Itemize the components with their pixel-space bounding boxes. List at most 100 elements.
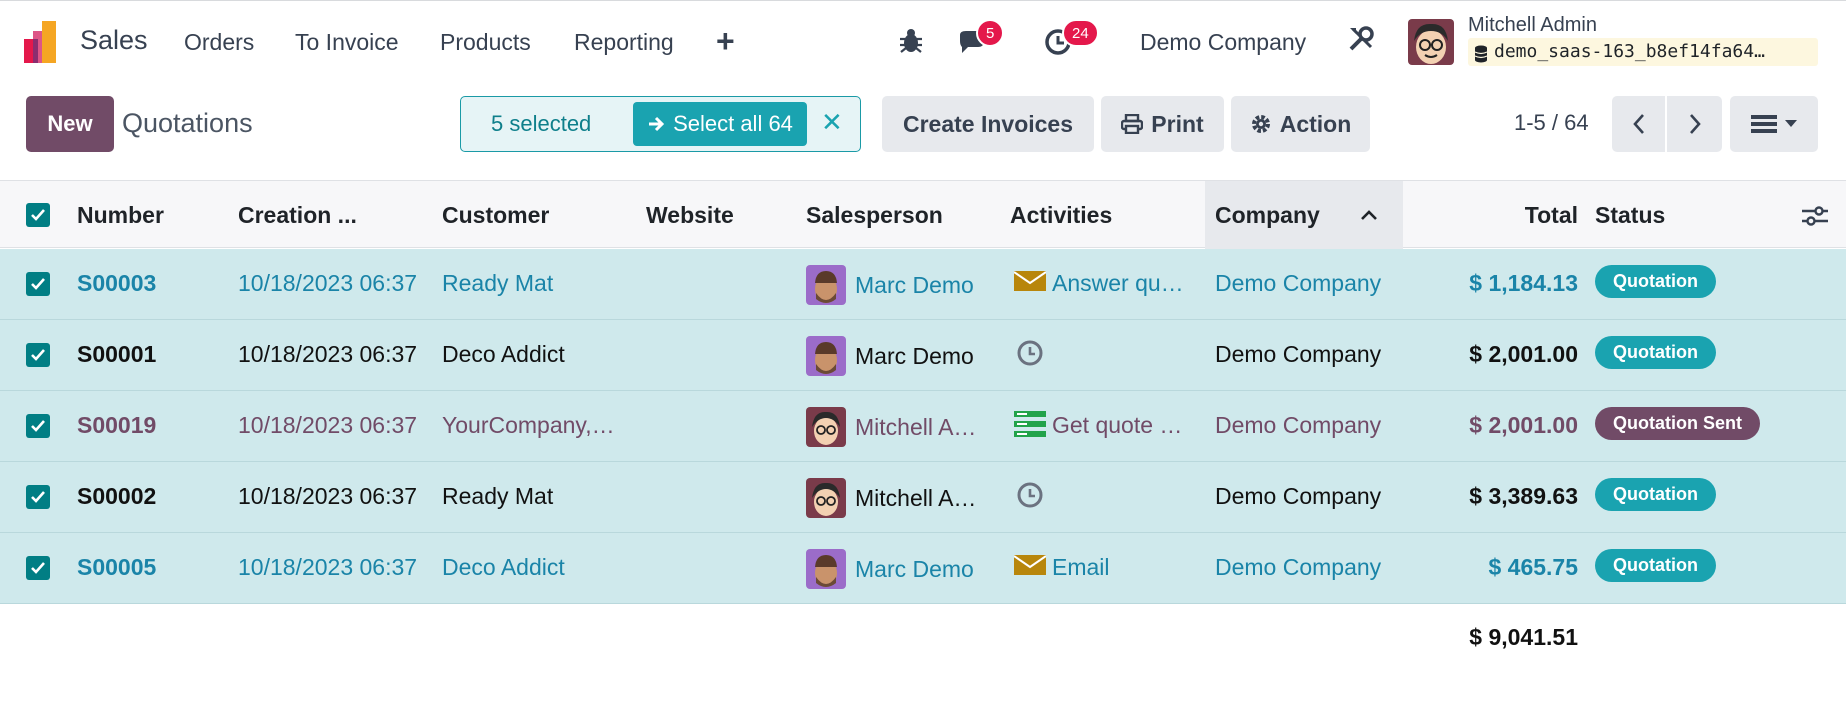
print-button[interactable]: Print	[1101, 96, 1224, 152]
checkmark-icon	[31, 349, 45, 361]
order-total: $ 3,389.63	[1469, 483, 1578, 509]
status-badge: Quotation Sent	[1595, 407, 1760, 440]
company-name: Demo Company	[1215, 412, 1382, 438]
customer-name: Ready Mat	[442, 270, 554, 296]
row-checkbox[interactable]	[26, 556, 50, 580]
column-activities[interactable]: Activities	[1010, 202, 1112, 229]
salesperson-name: Marc Demo	[855, 343, 974, 369]
email-activity-icon[interactable]	[1014, 553, 1046, 577]
order-number: S00002	[77, 483, 157, 509]
menu-orders[interactable]: Orders	[184, 29, 254, 56]
email-activity-icon[interactable]	[1014, 269, 1046, 293]
creation-date: 10/18/2023 06:37	[238, 270, 418, 296]
salesperson-name: Mitchell A…	[855, 485, 977, 511]
select-all-button[interactable]: Select all 64	[633, 102, 807, 146]
status-badge: Quotation	[1595, 549, 1716, 582]
activity-summary[interactable]: Email	[1052, 554, 1202, 581]
company-name: Demo Company	[1215, 554, 1382, 580]
creation-date: 10/18/2023 06:37	[238, 554, 418, 580]
database-name: demo_saas-163_b8ef14fa64…	[1468, 38, 1818, 66]
table-row[interactable]: S00002 10/18/2023 06:37 Ready Mat Mitche…	[0, 462, 1846, 533]
checkmark-icon	[31, 209, 45, 221]
page-title: Quotations	[122, 108, 253, 138]
order-total: $ 2,001.00	[1469, 412, 1578, 438]
pager-previous-button[interactable]	[1612, 96, 1665, 152]
pager-value[interactable]: 1-5 / 64	[1514, 110, 1589, 136]
arrow-right-icon	[649, 116, 665, 132]
status-badge: Quotation	[1595, 265, 1716, 298]
status-badge: Quotation	[1595, 336, 1716, 369]
salesperson-avatar	[806, 549, 846, 589]
salesperson-avatar	[806, 407, 846, 447]
select-all-checkbox[interactable]	[26, 203, 50, 227]
order-total: $ 465.75	[1488, 554, 1578, 580]
sales-app-icon[interactable]	[24, 21, 64, 63]
sort-ascending-icon[interactable]	[1360, 209, 1378, 221]
app-name[interactable]: Sales	[80, 25, 148, 56]
activities-badge: 24	[1062, 19, 1099, 47]
creation-date: 10/18/2023 06:37	[238, 341, 418, 367]
column-salesperson[interactable]: Salesperson	[806, 202, 943, 229]
pager-next-button[interactable]	[1667, 96, 1722, 152]
sum-total: $ 9,041.51	[1469, 624, 1578, 650]
customer-name: Ready Mat	[442, 483, 554, 509]
user-name[interactable]: Mitchell Admin	[1468, 14, 1597, 37]
column-creation-date[interactable]: Creation ...	[238, 202, 357, 229]
clear-selection-icon[interactable]: ✕	[821, 107, 843, 138]
clock-activity-icon[interactable]	[1016, 481, 1044, 509]
bug-icon[interactable]	[898, 27, 924, 55]
action-button[interactable]: Action	[1231, 96, 1370, 152]
list-header: Number Creation ... Customer Website Sal…	[0, 180, 1846, 249]
company-name: Demo Company	[1215, 341, 1382, 367]
user-avatar[interactable]	[1408, 19, 1454, 65]
selected-count: 5 selected	[491, 111, 592, 136]
creation-date: 10/18/2023 06:37	[238, 412, 418, 438]
checkmark-icon	[31, 420, 45, 432]
activity-summary[interactable]: Get quote …	[1052, 412, 1202, 439]
column-number[interactable]: Number	[77, 202, 164, 229]
column-status[interactable]: Status	[1595, 202, 1665, 229]
checkmark-icon	[31, 562, 45, 574]
menu-reporting[interactable]: Reporting	[574, 29, 674, 56]
column-company[interactable]: Company	[1215, 202, 1320, 229]
menu-to-invoice[interactable]: To Invoice	[295, 29, 399, 56]
print-icon	[1121, 114, 1144, 134]
clock-activity-icon[interactable]	[1016, 339, 1044, 367]
company-name: Demo Company	[1215, 483, 1382, 509]
column-total[interactable]: Total	[1420, 202, 1578, 229]
activity-summary[interactable]: Answer qu…	[1052, 270, 1202, 297]
row-checkbox[interactable]	[26, 343, 50, 367]
customer-name: Deco Addict	[442, 554, 565, 580]
messages-badge: 5	[976, 19, 1005, 47]
column-customer[interactable]: Customer	[442, 202, 549, 229]
table-row[interactable]: S00019 10/18/2023 06:37 YourCompany,… Mi…	[0, 391, 1846, 462]
order-number: S00019	[77, 412, 157, 438]
company-switcher[interactable]: Demo Company	[1140, 29, 1306, 56]
checkmark-icon	[31, 491, 45, 503]
create-invoices-button[interactable]: Create Invoices	[882, 96, 1094, 152]
chevron-left-icon	[1632, 114, 1644, 134]
select-all-label: Select all 64	[673, 111, 793, 136]
order-total: $ 2,001.00	[1469, 341, 1578, 367]
add-menu-icon[interactable]: +	[716, 23, 735, 60]
print-label: Print	[1151, 110, 1204, 137]
table-row[interactable]: S00001 10/18/2023 06:37 Deco Addict Marc…	[0, 320, 1846, 391]
row-checkbox[interactable]	[26, 272, 50, 296]
menu-products[interactable]: Products	[440, 29, 531, 56]
order-number: S00005	[77, 554, 157, 580]
view-switcher-button[interactable]	[1730, 96, 1818, 152]
column-website[interactable]: Website	[646, 202, 734, 229]
top-navbar: Sales Orders To Invoice Products Reporti…	[0, 0, 1846, 82]
row-checkbox[interactable]	[26, 485, 50, 509]
row-checkbox[interactable]	[26, 414, 50, 438]
quote-activity-icon[interactable]	[1014, 411, 1046, 437]
optional-columns-icon[interactable]	[1802, 205, 1828, 227]
caret-down-icon	[1785, 120, 1797, 127]
salesperson-avatar	[806, 336, 846, 376]
salesperson-name: Mitchell A…	[855, 414, 977, 440]
table-row[interactable]: S00003 10/18/2023 06:37 Ready Mat Marc D…	[0, 249, 1846, 320]
company-name: Demo Company	[1215, 270, 1382, 296]
table-row[interactable]: S00005 10/18/2023 06:37 Deco Addict Marc…	[0, 533, 1846, 604]
debug-tools-icon[interactable]	[1347, 25, 1375, 53]
new-button[interactable]: New	[26, 96, 114, 152]
